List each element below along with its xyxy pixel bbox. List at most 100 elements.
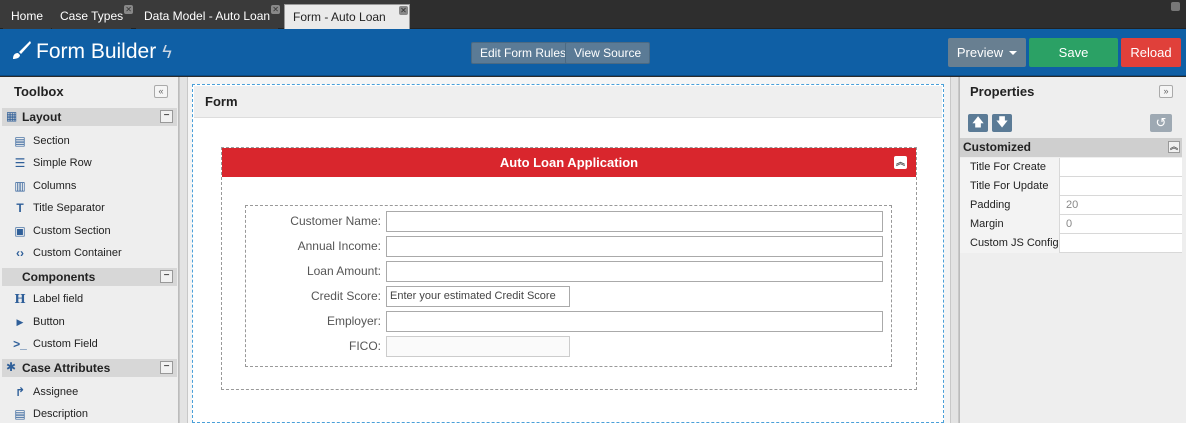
right-splitter[interactable] xyxy=(950,77,959,423)
edit-form-rules-button[interactable]: Edit Form Rules xyxy=(471,42,576,64)
group-label: Customized xyxy=(963,140,1032,154)
field-row: Loan Amount: xyxy=(246,261,886,282)
employer-input[interactable] xyxy=(386,311,883,332)
tool-custom-container[interactable]: ‹› Custom Container xyxy=(13,244,122,262)
group-case-attributes[interactable]: ✱ Case Attributes − xyxy=(2,359,177,377)
app-header: Form Builder ϟ Edit Form Rules View Sourc… xyxy=(0,29,1186,76)
tab-label: Case Types xyxy=(60,9,124,23)
arrow-down-icon[interactable]: 🡇 xyxy=(992,114,1012,132)
tab-bar-fill xyxy=(410,0,1186,28)
tool-assignee[interactable]: ↱ Assignee xyxy=(13,383,78,401)
columns-icon: ▥ xyxy=(14,179,26,193)
tool-custom-field[interactable]: >_ Custom Field xyxy=(13,335,98,353)
collapse-right-icon[interactable]: » xyxy=(1159,85,1173,98)
save-button[interactable]: Save xyxy=(1029,38,1118,67)
code-icon: ‹› xyxy=(16,246,24,260)
field-row: Customer Name: xyxy=(246,211,886,232)
group-components[interactable]: Components − xyxy=(2,268,177,286)
properties-group-customized[interactable]: Customized ︽ xyxy=(960,138,1182,157)
tool-button[interactable]: ▶ Button xyxy=(13,313,65,331)
property-name: Title For Create xyxy=(960,158,1060,177)
form-container[interactable]: Form Auto Loan Application ︽ Customer Na… xyxy=(192,84,944,423)
fico-input[interactable] xyxy=(386,336,570,357)
share-icon: ↱ xyxy=(14,385,26,399)
refresh-icon[interactable]: ↺ xyxy=(1150,114,1172,132)
view-source-button[interactable]: View Source xyxy=(565,42,651,64)
tool-label: Button xyxy=(33,316,65,328)
tool-label-field[interactable]: H Label field xyxy=(13,290,83,308)
section-title: Auto Loan Application xyxy=(499,155,639,170)
chevron-up-icon[interactable]: ︽ xyxy=(894,156,907,169)
minus-icon[interactable]: − xyxy=(160,110,173,123)
annual-income-input[interactable] xyxy=(386,236,883,257)
table-icon: ▦ xyxy=(6,109,18,123)
tool-title-separator[interactable]: T Title Separator xyxy=(13,199,105,217)
tool-label: Title Separator xyxy=(33,202,105,214)
field-label: FICO: xyxy=(349,339,381,353)
minus-icon[interactable]: − xyxy=(160,361,173,374)
tool-columns[interactable]: ▥ Columns xyxy=(13,177,76,195)
tool-section[interactable]: ▤ Section xyxy=(13,132,69,150)
form-section[interactable]: Auto Loan Application ︽ Customer Name: A… xyxy=(221,147,917,390)
field-row: FICO: xyxy=(246,336,886,357)
tool-label: Label field xyxy=(33,293,84,305)
tab-data-model[interactable]: Data Model - Auto Loan ✕ xyxy=(136,4,281,29)
group-layout[interactable]: ▦ Layout − xyxy=(2,108,177,126)
field-row: Credit Score: Enter your estimated Credi… xyxy=(246,286,886,307)
gear-icon: ✱ xyxy=(6,360,17,374)
tab-label: Data Model - Auto Loan xyxy=(144,9,271,23)
preview-button[interactable]: Preview xyxy=(948,38,1026,67)
field-container[interactable]: Customer Name: Annual Income: Loan Amoun… xyxy=(245,205,892,367)
minus-icon[interactable]: − xyxy=(160,270,173,283)
tab-case-types[interactable]: Case Types ✕ xyxy=(52,4,134,29)
close-icon[interactable]: ✕ xyxy=(271,5,281,14)
tab-label: Form - Auto Loan xyxy=(293,10,386,24)
property-name: Title For Update xyxy=(960,177,1060,196)
caret-right-icon: ▶ xyxy=(16,317,24,327)
field-row: Annual Income: xyxy=(246,236,886,257)
properties-panel: Properties » 🡅 🡇 ↺ Customized ︽ Title Fo… xyxy=(959,77,1186,423)
credit-score-input[interactable]: Enter your estimated Credit Score xyxy=(386,286,570,307)
property-name: Custom JS Config xyxy=(960,234,1060,253)
collapse-left-icon[interactable]: « xyxy=(154,85,168,98)
property-name: Margin xyxy=(960,215,1060,234)
chevron-up-icon[interactable]: ︽ xyxy=(1168,141,1180,153)
bolt-icon: ϟ xyxy=(162,42,172,62)
group-label: Layout xyxy=(22,110,62,124)
reload-button[interactable]: Reload xyxy=(1121,38,1181,67)
left-splitter[interactable] xyxy=(179,77,188,423)
form-title: Form xyxy=(194,86,942,118)
paintbrush-icon xyxy=(13,41,31,59)
property-row[interactable]: Padding 20 xyxy=(960,196,1182,215)
property-row[interactable]: Margin 0 xyxy=(960,215,1182,234)
arrow-up-icon[interactable]: 🡅 xyxy=(968,114,988,132)
window-control-icon[interactable] xyxy=(1171,2,1180,11)
tool-custom-section[interactable]: ▣ Custom Section xyxy=(13,222,110,240)
close-icon[interactable]: ✕ xyxy=(399,6,408,15)
property-row[interactable]: Title For Update xyxy=(960,177,1182,196)
tab-form-auto-loan[interactable]: Form - Auto Loan ✕ xyxy=(284,4,410,29)
group-label: Case Attributes xyxy=(22,361,111,375)
tab-home[interactable]: Home xyxy=(3,4,52,29)
loan-amount-input[interactable] xyxy=(386,261,883,282)
property-value[interactable]: 20 xyxy=(1066,196,1078,214)
tool-description[interactable]: ▤ Description xyxy=(13,405,88,423)
customer-name-input[interactable] xyxy=(386,211,883,232)
group-label: Components xyxy=(22,270,96,284)
close-icon[interactable]: ✕ xyxy=(124,5,134,14)
field-label: Credit Score: xyxy=(310,289,381,303)
property-row[interactable]: Custom JS Config xyxy=(960,234,1182,253)
property-value[interactable]: 0 xyxy=(1066,215,1072,233)
property-row[interactable]: Title For Create xyxy=(960,158,1182,177)
tool-label: Simple Row xyxy=(33,157,92,169)
tab-label: Home xyxy=(11,9,44,23)
preview-label: Preview xyxy=(956,45,1004,60)
tab-bar: Home Case Types ✕ Data Model - Auto Loan ✕… xyxy=(0,0,1186,29)
toolbox-title: Toolbox xyxy=(14,84,64,99)
app-title-text: Form Builder xyxy=(36,40,157,63)
tool-simple-row[interactable]: ☰ Simple Row xyxy=(13,154,92,172)
section-icon: ▤ xyxy=(14,134,26,148)
tool-label: Description xyxy=(33,408,89,420)
section-header: Auto Loan Application ︽ xyxy=(222,148,916,177)
property-name: Padding xyxy=(960,196,1060,215)
